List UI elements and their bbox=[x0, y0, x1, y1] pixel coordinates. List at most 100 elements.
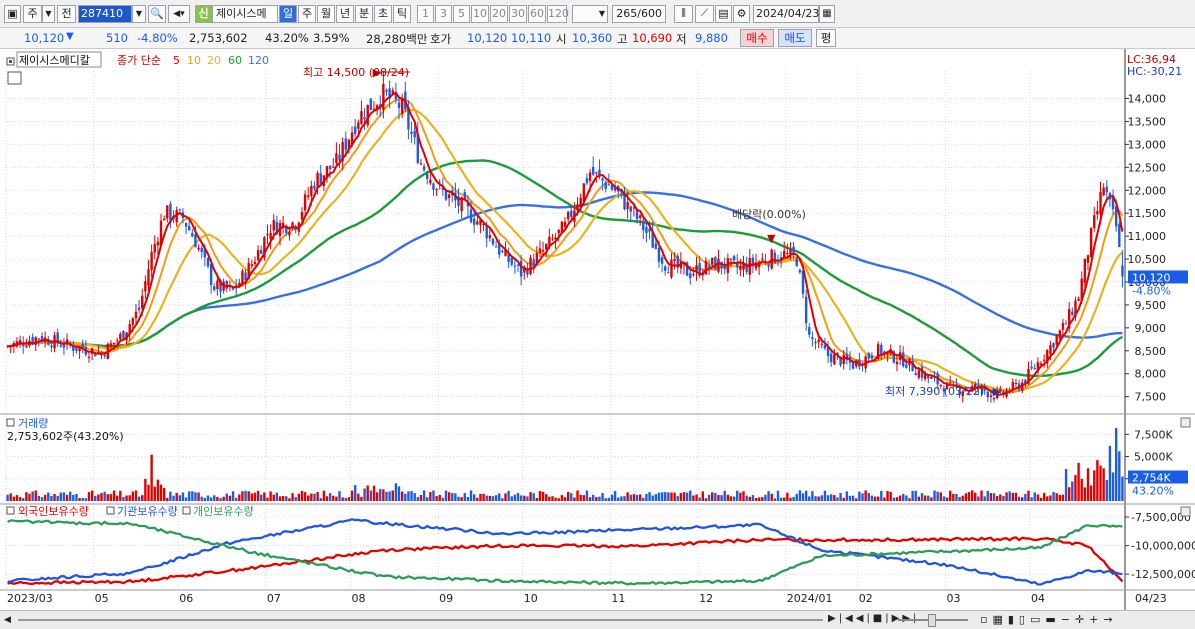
mode-select[interactable]: 주 bbox=[23, 5, 42, 23]
new-badge: 신 bbox=[195, 5, 212, 23]
time-tick-label: 2024/01 bbox=[787, 592, 833, 605]
volume-bar bbox=[861, 493, 864, 501]
interval-option-5[interactable]: 5 bbox=[453, 5, 470, 23]
candle-body bbox=[867, 353, 870, 359]
interval-option-20[interactable]: 20 bbox=[490, 5, 508, 23]
volume-bar bbox=[37, 496, 41, 501]
interval-option-60[interactable]: 60 bbox=[528, 5, 546, 23]
window-icon[interactable]: ▣ bbox=[4, 5, 21, 23]
volume-bar bbox=[789, 497, 792, 501]
time-tick-label: 11 bbox=[611, 592, 625, 605]
interval-option-30[interactable]: 30 bbox=[509, 5, 527, 23]
volume-bar bbox=[657, 492, 661, 501]
volume-bar bbox=[864, 490, 867, 501]
date-input[interactable]: 2024/04/23 bbox=[753, 5, 819, 23]
volume-bar bbox=[1033, 492, 1036, 501]
price-tick-label: 9,000 bbox=[1135, 322, 1167, 335]
candle-body bbox=[109, 343, 113, 348]
volume-bar bbox=[1067, 487, 1071, 501]
volume-bar bbox=[184, 497, 188, 501]
candle-body bbox=[410, 131, 413, 134]
volume-bar bbox=[100, 493, 103, 501]
period-tab-1[interactable]: 주 bbox=[298, 5, 316, 23]
candle-body bbox=[115, 340, 119, 342]
stock-name-field[interactable]: 제이시스메 bbox=[212, 5, 278, 23]
volume-bar bbox=[225, 493, 228, 501]
volume-bar bbox=[72, 494, 75, 501]
candle-body bbox=[798, 269, 802, 273]
code-dropdown-icon[interactable]: ▼ bbox=[132, 5, 146, 23]
price-change: 510 bbox=[106, 31, 128, 45]
period-tab-6[interactable]: 틱 bbox=[393, 5, 411, 23]
volume-bar bbox=[1039, 497, 1043, 501]
bottom-scrollbar[interactable]: ◀ ▶|◀◀|■|▶▶| ▫▦▮▯▭▬−✛+→ bbox=[0, 610, 1195, 629]
scroll-track[interactable] bbox=[18, 619, 823, 621]
low-annotation: 최저 7,390 (03/22) bbox=[885, 385, 984, 398]
candle-body bbox=[1118, 224, 1121, 248]
interval-option-1[interactable]: 1 bbox=[417, 5, 434, 23]
calendar-icon[interactable]: ▦ bbox=[819, 5, 835, 23]
candle-body bbox=[714, 257, 717, 270]
volume-bar bbox=[191, 491, 194, 501]
volume-bar bbox=[557, 498, 560, 501]
volume-bar bbox=[967, 492, 971, 501]
interval-option-120[interactable]: 120 bbox=[547, 5, 569, 23]
holdings-tick-label: -12,500,000 bbox=[1131, 568, 1195, 581]
scroll-left-icon[interactable]: ◀ bbox=[4, 615, 11, 625]
volume-bar bbox=[288, 498, 291, 501]
candle-body bbox=[162, 218, 166, 221]
period-tab-3[interactable]: 년 bbox=[336, 5, 354, 23]
volume-bar bbox=[986, 490, 989, 501]
volume-bar bbox=[253, 492, 257, 501]
zoom-buttons[interactable]: ▫▦▮▯▭▬−✛+→ bbox=[980, 613, 1118, 626]
stock-code-input[interactable]: 287410 bbox=[78, 5, 132, 23]
eval-button[interactable]: 평 bbox=[816, 29, 836, 47]
buy-button[interactable]: 매수 bbox=[740, 29, 774, 47]
volume-bar bbox=[767, 491, 770, 501]
candle-body bbox=[488, 235, 492, 239]
volume-bar bbox=[56, 495, 59, 501]
volume-bar bbox=[241, 491, 244, 501]
volume-bar bbox=[764, 494, 767, 501]
draw-tool-icon[interactable]: ⟋ bbox=[695, 5, 714, 23]
candle-body bbox=[335, 153, 338, 164]
interval-option-3[interactable]: 3 bbox=[435, 5, 452, 23]
volume-bar bbox=[234, 497, 238, 501]
compare-button[interactable]: 전 bbox=[57, 5, 76, 23]
volume-bar bbox=[1108, 445, 1112, 501]
volume-bar bbox=[770, 493, 773, 501]
search-icon[interactable]: 🔍 bbox=[148, 5, 166, 23]
period-tab-5[interactable]: 초 bbox=[374, 5, 392, 23]
volume-bar bbox=[1121, 476, 1124, 501]
candle-body bbox=[820, 343, 823, 346]
chart-area[interactable]: 최고 14,500 (08/24)▶최저 7,390 (03/22) ▶배당락(0… bbox=[0, 49, 1195, 610]
time-tick-label: 12 bbox=[699, 592, 713, 605]
time-tick-label: 07 bbox=[267, 592, 281, 605]
gear-icon[interactable]: ⚙ bbox=[733, 5, 750, 23]
time-tick-label: 05 bbox=[95, 592, 109, 605]
candle-body bbox=[147, 269, 150, 286]
period-tab-0[interactable]: 일 bbox=[279, 5, 297, 23]
volume-bar bbox=[1086, 468, 1090, 501]
zoom-slider-thumb[interactable] bbox=[928, 614, 936, 627]
candle-icon[interactable]: ⫼ bbox=[674, 5, 693, 23]
save-icon[interactable]: ▤ bbox=[715, 5, 732, 23]
sell-button[interactable]: 매도 bbox=[778, 29, 812, 47]
interval-dropdown[interactable]: ▼ bbox=[572, 5, 608, 23]
speaker-icon[interactable]: ◀▾ bbox=[168, 5, 190, 23]
volume-bar bbox=[476, 497, 479, 501]
volume-bar bbox=[122, 496, 125, 501]
legend-ma-10: 10 bbox=[187, 54, 201, 67]
volume-bar bbox=[1042, 492, 1046, 501]
candle-body bbox=[250, 264, 254, 267]
period-tab-2[interactable]: 월 bbox=[317, 5, 335, 23]
candle-body bbox=[429, 179, 432, 184]
price-tick-label: 9,500 bbox=[1135, 299, 1167, 312]
volume-bar bbox=[833, 495, 836, 501]
period-tab-4[interactable]: 분 bbox=[355, 5, 373, 23]
chevron-down-icon[interactable]: ▼ bbox=[42, 5, 55, 23]
count-field[interactable]: 265/600 bbox=[612, 5, 666, 23]
interval-option-10[interactable]: 10 bbox=[471, 5, 489, 23]
current-pct-tag: -4.80% bbox=[1132, 284, 1171, 297]
volume-bar bbox=[729, 496, 733, 501]
